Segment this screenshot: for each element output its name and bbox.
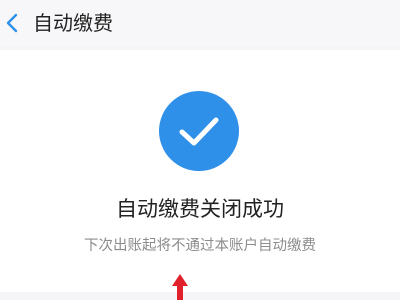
arrow-up-icon: [168, 272, 192, 300]
page: 自动缴费 自动缴费关闭成功 下次出账起将不通过本账户自动缴费: [0, 0, 400, 300]
back-button[interactable]: [0, 6, 24, 40]
result-card: 自动缴费关闭成功 下次出账起将不通过本账户自动缴费: [0, 50, 400, 292]
result-title: 自动缴费关闭成功: [116, 197, 284, 221]
chevron-left-icon: [6, 13, 18, 33]
navigation-bar: 自动缴费: [0, 0, 400, 46]
page-title: 自动缴费: [33, 11, 113, 35]
result-subtitle: 下次出账起将不通过本账户自动缴费: [84, 238, 316, 254]
check-circle-icon: [159, 91, 239, 171]
